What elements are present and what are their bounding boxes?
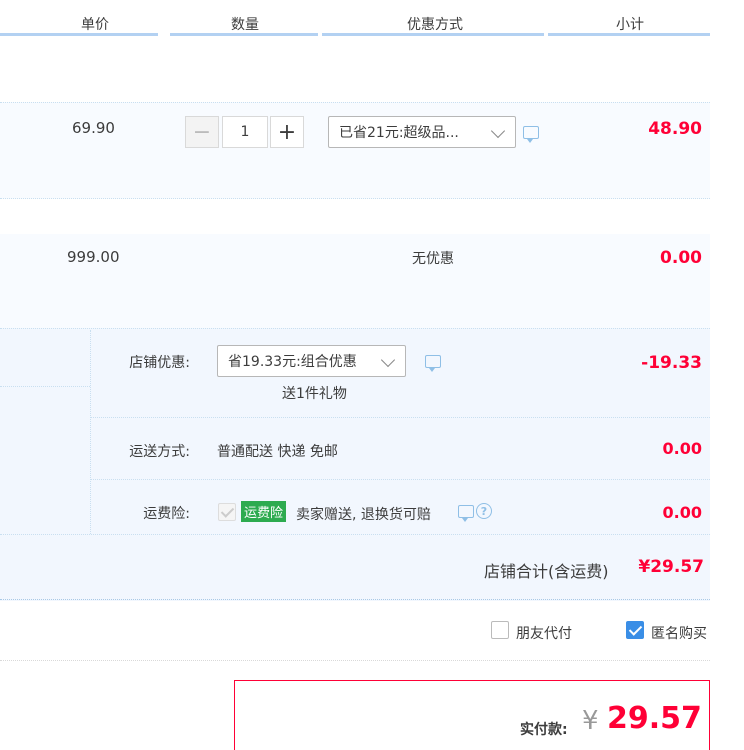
divider: [0, 534, 710, 535]
shop-discount-select[interactable]: 省19.33元:组合优惠: [217, 345, 406, 377]
payment-label: 实付款:: [520, 722, 568, 738]
col-header-qty: 数量: [231, 17, 259, 33]
promo-select[interactable]: 已省21元:超级品...: [328, 116, 516, 148]
header-underline: [322, 33, 544, 36]
shop-discount-label: 店铺优惠:: [129, 355, 190, 371]
insurance-cost: 0.00: [662, 503, 702, 522]
message-icon[interactable]: [458, 505, 474, 522]
insurance-tag: 运费险: [241, 501, 287, 522]
minus-icon: −: [192, 119, 212, 145]
qty-input[interactable]: 1: [222, 116, 268, 148]
shop-discount-amount: -19.33: [641, 353, 702, 373]
anonymous-label[interactable]: 匿名购买: [651, 623, 707, 643]
divider: [0, 660, 710, 661]
friend-pay-label[interactable]: 朋友代付: [516, 623, 572, 643]
promo-select-value: 已省21元:超级品...: [339, 125, 459, 141]
currency-symbol: ¥: [582, 706, 599, 736]
divider: [90, 330, 91, 534]
message-icon[interactable]: [523, 126, 539, 143]
qty-decrease-button[interactable]: −: [185, 116, 219, 148]
payment-amount: 29.57: [607, 701, 702, 736]
shipping-label: 运送方式:: [129, 444, 190, 460]
divider: [0, 386, 90, 387]
chevron-down-icon: [380, 352, 396, 368]
shop-total-label: 店铺合计(含运费): [484, 562, 609, 581]
header-underline: [170, 33, 318, 36]
header-underline: [0, 33, 158, 36]
col-header-price: 单价: [81, 17, 109, 33]
divider: [90, 479, 710, 480]
shipping-cost: 0.00: [662, 439, 702, 458]
anonymous-checkbox[interactable]: [626, 621, 644, 639]
insurance-label: 运费险:: [143, 506, 190, 522]
item-price: 69.90: [72, 119, 115, 137]
help-icon[interactable]: ?: [476, 503, 492, 519]
insurance-checkbox[interactable]: [218, 503, 236, 521]
qty-increase-button[interactable]: +: [270, 116, 304, 148]
item-price: 999.00: [67, 248, 120, 266]
shipping-method: 普通配送 快递 免邮: [217, 444, 338, 460]
divider: [0, 599, 710, 600]
item-subtotal: 0.00: [660, 248, 702, 268]
promo-none: 无优惠: [412, 251, 454, 267]
friend-pay-checkbox[interactable]: [491, 621, 509, 639]
divider: [0, 198, 710, 199]
plus-icon: +: [277, 119, 297, 145]
col-header-promo: 优惠方式: [407, 17, 463, 33]
insurance-text: 卖家赠送, 退换货可赔: [296, 507, 431, 523]
chevron-down-icon: [490, 123, 506, 139]
header-underline: [548, 33, 710, 36]
message-icon[interactable]: [425, 355, 441, 372]
divider: [90, 417, 710, 418]
col-header-subtotal: 小计: [616, 17, 644, 33]
item-subtotal: 48.90: [648, 119, 702, 139]
shop-discount-value: 省19.33元:组合优惠: [228, 354, 357, 370]
shop-total-value: ¥29.57: [638, 557, 704, 577]
gift-text: 送1件礼物: [282, 386, 347, 402]
